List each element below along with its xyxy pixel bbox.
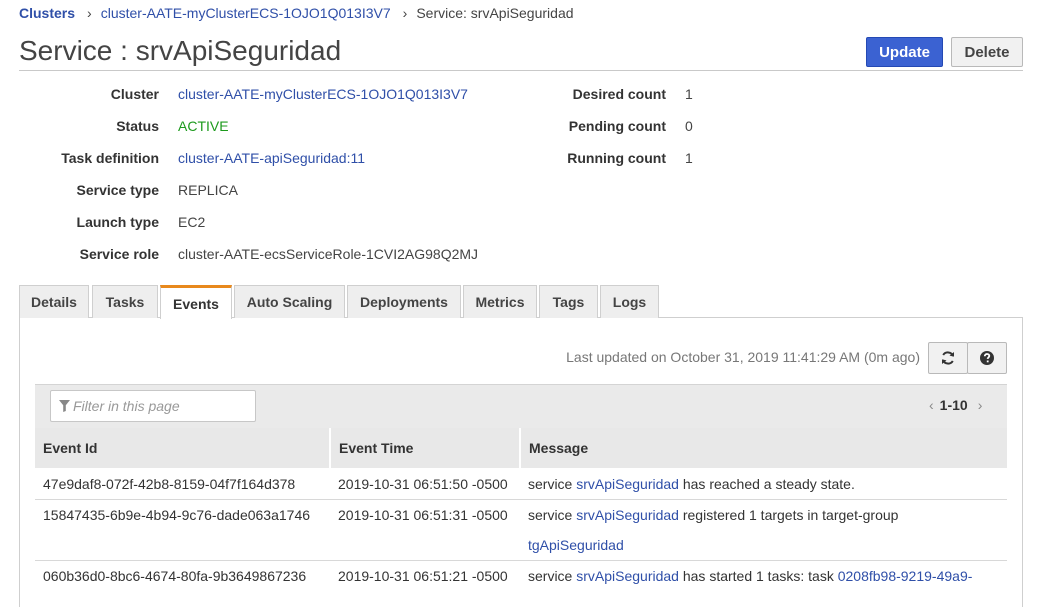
- message-text: service: [528, 476, 577, 492]
- tab-details[interactable]: Details: [19, 285, 89, 318]
- cluster-link[interactable]: cluster-AATE-myClusterECS-1OJO1Q013I3V7: [178, 86, 468, 102]
- breadcrumb-cluster-link[interactable]: cluster-AATE-myClusterECS-1OJO1Q013I3V7: [101, 5, 391, 21]
- task-link[interactable]: 0208fb98-9219-49a9-: [838, 568, 973, 584]
- help-button[interactable]: [967, 342, 1007, 374]
- event-id-cell: 060b36d0-8bc6-4674-80fa-9b3649867236: [43, 568, 307, 584]
- filter-icon: [59, 400, 70, 412]
- chevron-right-icon: ›: [402, 5, 408, 21]
- breadcrumb: Clusters › cluster-AATE-myClusterECS-1OJO1…: [19, 5, 574, 23]
- event-time-cell: 2019-10-31 06:51:31 -0500: [338, 507, 508, 523]
- service-role-label: Service role: [79, 246, 159, 262]
- pager: ‹ 1-10 ›: [929, 397, 982, 415]
- tab-deployments[interactable]: Deployments: [347, 285, 461, 318]
- title-divider: [19, 70, 1023, 71]
- message-text: service: [528, 568, 577, 584]
- breadcrumb-clusters-link[interactable]: Clusters: [19, 5, 75, 21]
- event-id-cell: 47e9daf8-072f-42b8-8159-04f7f164d378: [43, 476, 296, 492]
- message-cell: service srvApiSeguridad has started 1 ta…: [528, 568, 972, 584]
- row-divider: [35, 499, 1007, 500]
- event-time-cell: 2019-10-31 06:51:21 -0500: [338, 568, 508, 584]
- event-id-cell: 15847435-6b9e-4b94-9c76-dade063a1746: [43, 507, 311, 523]
- column-header-message[interactable]: Message: [521, 428, 1007, 468]
- desired-count-value: 1: [685, 86, 693, 102]
- chevron-right-icon[interactable]: ›: [978, 397, 983, 413]
- refresh-icon: [942, 351, 954, 365]
- column-header-event-id[interactable]: Event Id: [35, 428, 330, 468]
- pending-count-value: 0: [685, 118, 693, 134]
- tab-auto-scaling[interactable]: Auto Scaling: [234, 285, 345, 318]
- running-count-label: Running count: [567, 150, 666, 166]
- target-group-link[interactable]: tgApiSeguridad: [528, 537, 624, 553]
- tab-tasks[interactable]: Tasks: [92, 285, 158, 318]
- last-updated-text: Last updated on October 31, 2019 11:41:2…: [566, 349, 920, 365]
- question-circle-icon: [980, 351, 994, 365]
- service-link[interactable]: srvApiSeguridad: [576, 507, 679, 523]
- message-text: registered 1 targets in target-group: [678, 507, 899, 523]
- tab-metrics[interactable]: Metrics: [463, 285, 537, 318]
- tab-tags[interactable]: Tags: [539, 285, 598, 318]
- tab-logs[interactable]: Logs: [600, 285, 659, 318]
- message-cell: service srvApiSeguridad registered 1 tar…: [528, 507, 898, 523]
- update-button[interactable]: Update: [866, 37, 943, 67]
- service-role-value: cluster-AATE-ecsServiceRole-1CVI2AG98Q2M…: [178, 246, 479, 262]
- message-text: has reached a steady state.: [678, 476, 855, 492]
- cluster-label: Cluster: [110, 86, 159, 102]
- message-text: service: [528, 507, 577, 523]
- filter-input[interactable]: [73, 391, 253, 421]
- pager-range: 1-10: [939, 397, 968, 413]
- service-tabs: Details Tasks Events Auto Scaling Deploy…: [19, 285, 1023, 319]
- chevron-right-icon: ›: [87, 5, 92, 21]
- message-cell-line-2: tgApiSeguridad: [528, 537, 624, 553]
- chevron-left-icon[interactable]: ‹: [929, 397, 934, 413]
- service-type-value: REPLICA: [178, 182, 238, 198]
- service-link[interactable]: srvApiSeguridad: [576, 568, 679, 584]
- pending-count-label: Pending count: [568, 118, 666, 134]
- row-divider: [35, 560, 1007, 561]
- service-type-label: Service type: [76, 182, 160, 198]
- filter-box[interactable]: [50, 390, 256, 422]
- task-definition-link[interactable]: cluster-AATE-apiSeguridad:11: [178, 150, 365, 166]
- task-definition-label: Task definition: [61, 150, 159, 166]
- tab-events[interactable]: Events: [160, 285, 232, 319]
- breadcrumb-current: Service: srvApiSeguridad: [416, 5, 574, 21]
- column-header-event-time[interactable]: Event Time: [331, 428, 519, 468]
- running-count-value: 1: [685, 150, 693, 166]
- launch-type-label: Launch type: [76, 214, 159, 230]
- service-link[interactable]: srvApiSeguridad: [576, 476, 679, 492]
- event-time-cell: 2019-10-31 06:51:50 -0500: [338, 476, 508, 492]
- refresh-button[interactable]: [928, 342, 968, 374]
- delete-button[interactable]: Delete: [951, 37, 1023, 67]
- status-label: Status: [116, 118, 159, 134]
- status-value: ACTIVE: [178, 118, 229, 134]
- message-text: has started 1 tasks: task: [678, 568, 838, 584]
- desired-count-label: Desired count: [572, 86, 666, 102]
- launch-type-value: EC2: [178, 214, 206, 230]
- message-cell: service srvApiSeguridad has reached a st…: [528, 476, 855, 492]
- page-title: Service : srvApiSeguridad: [19, 35, 342, 66]
